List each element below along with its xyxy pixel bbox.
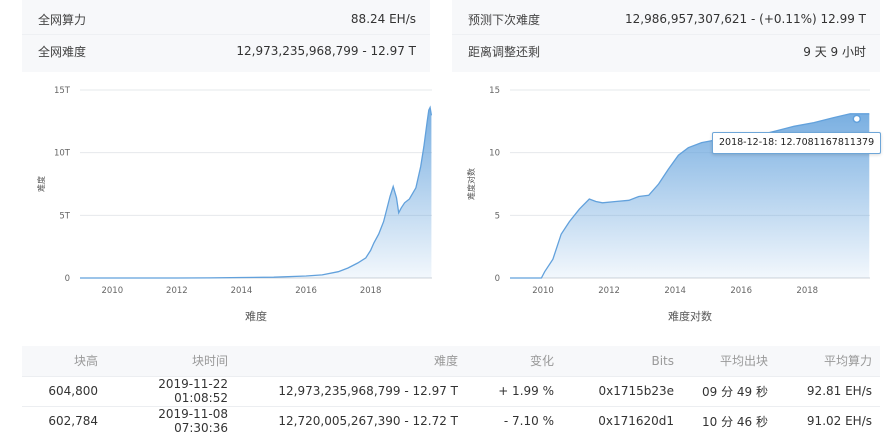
col-header-avg-block: 平均出块 [682, 346, 776, 376]
y-tick-label: 10 [489, 149, 500, 159]
block-bits: 0x171620d1 [562, 405, 682, 436]
predicted-difficulty-stat: 预测下次难度 12,986,957,307,621 - (+0.11%) 12.… [468, 9, 866, 29]
block-time: 2019-11-08 07:30:36 [106, 405, 236, 436]
block-difficulty: 12,973,235,968,799 - 12.97 T [236, 375, 466, 406]
block-height-link[interactable]: 604,800 [22, 375, 106, 406]
block-height-link[interactable]: 602,784 [22, 405, 106, 436]
block-bits: 0x1715b23e [562, 375, 682, 406]
y-axis-label: 难度对数 [466, 168, 476, 200]
remaining-value: 9 天 9 小时 [803, 44, 866, 59]
remaining-label: 距离调整还剩 [468, 44, 541, 59]
avg-block-time: 09 分 49 秒 [682, 375, 776, 406]
y-tick-label: 0 [495, 274, 500, 284]
x-tick-label: 2014 [664, 286, 686, 296]
x-tick-label: 2016 [730, 286, 752, 296]
x-tick-label: 2012 [166, 286, 188, 296]
difficulty-chart[interactable]: 0 5T 10T 15T 2010 2012 2014 2016 2018 难度 难度 [22, 76, 442, 340]
difficulty-change: + 1.99 % [466, 375, 562, 406]
stat-divider [22, 34, 430, 35]
prediction-stats-card: 预测下次难度 12,986,957,307,621 - (+0.11%) 12.… [452, 0, 880, 72]
log-difficulty-chart-svg: 0510152010 2012 2014 2016 2018难度对数难度对数 [466, 86, 870, 323]
avg-hashrate: 92.81 EH/s [776, 375, 880, 406]
y-tick-label: 15T [54, 86, 71, 96]
difficulty-chart-svg: 05T10T15T2010 2012 2014 2016 2018难度难度 [36, 86, 433, 323]
series-area [80, 107, 432, 278]
difficulty-history-table: 块高 块时间 难度 变化 Bits 平均出块 平均算力 604,800 2019… [22, 346, 880, 436]
block-difficulty: 12,720,005,267,390 - 12.72 T [236, 405, 466, 436]
x-tick-label: 2014 [231, 286, 253, 296]
hashrate-stat: 全网算力 88.24 EH/s [38, 9, 416, 29]
x-tick-label: 2016 [295, 286, 317, 296]
difficulty-change: - 7.10 % [466, 405, 562, 436]
avg-block-time: 10 分 46 秒 [682, 405, 776, 436]
y-tick-label: 10T [54, 149, 71, 159]
block-time: 2019-11-22 01:08:52 [106, 375, 236, 406]
x-tick-label: 2018 [796, 286, 818, 296]
y-tick-label: 5 [495, 211, 500, 221]
avg-hashrate: 91.02 EH/s [776, 405, 880, 436]
log-difficulty-chart[interactable]: 0 5 10 15 2010 2012 2014 2016 2018 难度对数 难度对数 2018-… [462, 76, 882, 340]
x-tick-label: 2010 [101, 286, 123, 296]
predicted-value: 12,986,957,307,621 - (+0.11%) 12.99 T [625, 12, 866, 26]
table-row: 604,800 2019-11-22 01:08:52 12,973,235,9… [22, 375, 880, 406]
y-tick-label: 15 [489, 86, 500, 96]
stat-divider [452, 34, 880, 35]
remaining-time-stat: 距离调整还剩 9 天 9 小时 [468, 41, 866, 61]
y-tick-label: 5T [59, 211, 70, 221]
difficulty-label: 全网难度 [38, 44, 87, 59]
x-axis-label: 难度对数 [668, 309, 712, 323]
col-header-bits: Bits [562, 346, 682, 376]
difficulty-stat: 全网难度 12,973,235,968,799 - 12.97 T [38, 41, 416, 61]
col-header-avg-hashrate: 平均算力 [776, 346, 880, 376]
difficulty-value: 12,973,235,968,799 - 12.97 T [236, 44, 416, 58]
x-tick-label: 2012 [598, 286, 620, 296]
network-stats-card: 全网算力 88.24 EH/s 全网难度 12,973,235,968,799 … [22, 0, 430, 72]
hashrate-value: 88.24 EH/s [350, 12, 416, 26]
y-tick-label: 0 [65, 274, 70, 284]
chart-tooltip: 2018-12-18: 12.7081167811379 [712, 132, 882, 154]
col-header-change: 变化 [466, 346, 562, 376]
x-tick-label: 2010 [532, 286, 554, 296]
col-header-height: 块高 [22, 346, 106, 376]
y-axis-label: 难度 [36, 176, 46, 192]
col-header-difficulty: 难度 [236, 346, 466, 376]
hashrate-label: 全网算力 [38, 12, 87, 27]
table-row: 602,784 2019-11-08 07:30:36 12,720,005,2… [22, 405, 880, 436]
predicted-label: 预测下次难度 [468, 12, 541, 27]
table-header-row: 块高 块时间 难度 变化 Bits 平均出块 平均算力 [22, 346, 880, 376]
x-tick-label: 2018 [360, 286, 382, 296]
col-header-time: 块时间 [106, 346, 236, 376]
hover-point [852, 114, 862, 124]
x-axis-label: 难度 [245, 309, 267, 323]
